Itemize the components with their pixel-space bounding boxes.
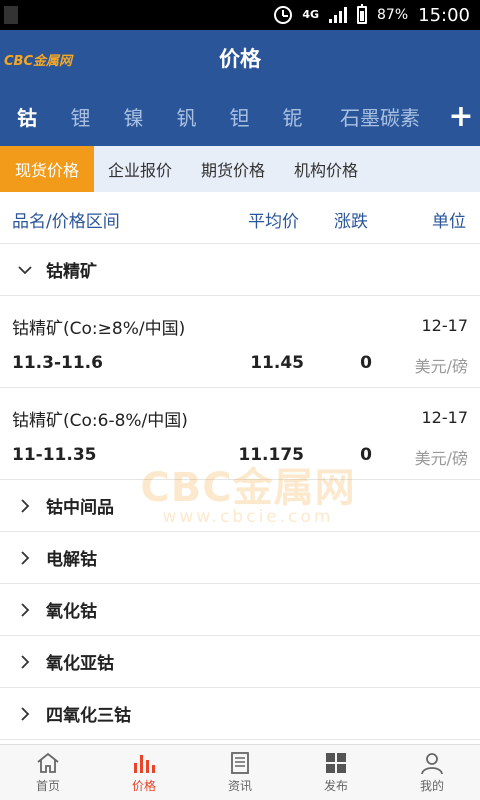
app-header: CBC金属网 价格 <box>0 30 480 86</box>
nav-mine[interactable]: 我的 <box>384 745 480 800</box>
bottom-nav: 首页 价格 资讯 发布 我的 <box>0 744 480 800</box>
group-row[interactable]: 氧化钴 <box>0 584 480 636</box>
nav-label: 资讯 <box>227 779 252 793</box>
column-header: 品名/价格区间 平均价 涨跌 单位 <box>0 192 480 244</box>
chevron-right-icon <box>14 651 36 673</box>
home-icon <box>37 752 59 773</box>
app-logo: CBC金属网 <box>4 54 72 69</box>
group-label: 氧化钴 <box>46 602 97 622</box>
clock: 15:00 <box>418 4 470 26</box>
chevron-down-icon <box>14 259 36 281</box>
category-tab-tantalum[interactable]: 钽 <box>213 102 266 131</box>
chevron-right-icon <box>14 703 36 725</box>
grid-icon <box>326 753 346 773</box>
group-label: 钴精矿 <box>46 262 97 282</box>
nav-label: 发布 <box>323 779 348 793</box>
nav-publish[interactable]: 发布 <box>288 745 384 800</box>
document-icon <box>231 752 249 774</box>
category-tab-vanadium[interactable]: 钒 <box>160 102 213 131</box>
price-type-tabs: 现货价格 企业报价 期货价格 机构价格 <box>0 146 480 192</box>
signal-icon <box>329 7 347 23</box>
nav-home[interactable]: 首页 <box>0 745 96 800</box>
tab-company-quote[interactable]: 企业报价 <box>94 146 186 192</box>
group-row[interactable]: 电解钴 <box>0 532 480 584</box>
nav-price[interactable]: 价格 <box>96 745 192 800</box>
network-type: 4G <box>302 8 319 21</box>
chevron-right-icon <box>14 547 36 569</box>
nav-label: 价格 <box>131 779 156 793</box>
group-label: 氧化亚钴 <box>46 654 114 674</box>
chevron-right-icon <box>14 495 36 517</box>
chevron-right-icon <box>14 599 36 621</box>
item-date: 12-17 <box>421 408 469 427</box>
category-tab-lithium[interactable]: 锂 <box>54 102 107 131</box>
column-avg: 平均价 <box>248 212 299 232</box>
nav-news[interactable]: 资讯 <box>192 745 288 800</box>
nav-label: 我的 <box>419 779 444 793</box>
battery-icon <box>357 4 367 24</box>
item-change: 0 <box>360 353 372 373</box>
tab-spot-price[interactable]: 现货价格 <box>0 146 94 192</box>
item-change: 0 <box>360 445 372 465</box>
category-tab-nickel[interactable]: 镍 <box>107 102 160 131</box>
column-name: 品名/价格区间 <box>12 212 120 232</box>
nav-label: 首页 <box>35 779 60 793</box>
item-unit: 美元/磅 <box>414 357 468 376</box>
category-tab-graphite[interactable]: 石墨碳素 <box>319 102 441 131</box>
group-label: 四氧化三钴 <box>46 706 131 726</box>
notification-icon <box>4 6 18 24</box>
page-title: 价格 <box>219 47 261 71</box>
status-bar: 4G 87% 15:00 <box>0 0 480 30</box>
category-tab-cobalt[interactable]: 钴 <box>0 102 54 131</box>
item-name: 钴精矿(Co:6-8%/中国) <box>12 411 188 431</box>
add-category-button[interactable]: + <box>443 99 479 134</box>
group-row[interactable]: 氧化亚钴 <box>0 636 480 688</box>
group-label: 电解钴 <box>46 550 97 570</box>
item-unit: 美元/磅 <box>414 449 468 468</box>
item-avg: 11.175 <box>238 445 304 465</box>
price-row[interactable]: 钴精矿(Co:≥8%/中国) 12-17 11.3-11.6 11.45 0 美… <box>0 296 480 388</box>
price-list: 钴精矿 钴精矿(Co:≥8%/中国) 12-17 11.3-11.6 11.45… <box>0 244 480 740</box>
category-tabs: 钴 锂 镍 钒 钽 铌 石墨碳素 + <box>0 86 480 146</box>
group-row[interactable]: 四氧化三钴 <box>0 688 480 740</box>
item-range: 11-11.35 <box>12 445 97 465</box>
column-unit: 单位 <box>432 212 466 232</box>
item-range: 11.3-11.6 <box>12 353 103 373</box>
alarm-icon <box>274 6 293 24</box>
category-tab-niobium[interactable]: 铌 <box>266 102 319 131</box>
tab-institution-price[interactable]: 机构价格 <box>280 146 372 192</box>
item-date: 12-17 <box>421 316 469 335</box>
price-row[interactable]: 钴精矿(Co:6-8%/中国) 12-17 11-11.35 11.175 0 … <box>0 388 480 480</box>
bar-chart-icon <box>134 755 155 773</box>
item-name: 钴精矿(Co:≥8%/中国) <box>12 319 186 339</box>
battery-level: 87% <box>377 7 409 23</box>
group-label: 钴中间品 <box>46 498 114 518</box>
item-avg: 11.45 <box>250 353 304 373</box>
group-row[interactable]: 钴中间品 <box>0 480 480 532</box>
group-row-expanded[interactable]: 钴精矿 <box>0 244 480 296</box>
column-change: 涨跌 <box>334 212 368 232</box>
tab-futures-price[interactable]: 期货价格 <box>186 146 280 192</box>
user-icon <box>421 753 443 775</box>
